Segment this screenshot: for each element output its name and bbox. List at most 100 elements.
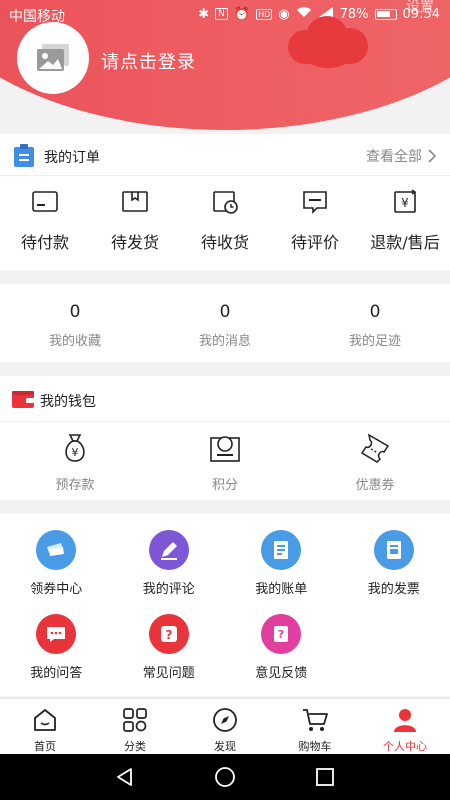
tab-home[interactable]: 首页 xyxy=(0,699,90,754)
wallet-item-label: 预存款 xyxy=(55,478,95,493)
clipboard-icon xyxy=(14,144,34,167)
ticket-icon xyxy=(360,433,390,463)
login-prompt[interactable]: 请点击登录 xyxy=(101,48,196,74)
system-navigation-bar xyxy=(0,754,450,800)
svg-text:?: ? xyxy=(278,628,284,641)
wallet-icon xyxy=(12,391,34,408)
svg-text:¥: ¥ xyxy=(401,196,409,210)
order-status-label: 待评价 xyxy=(290,233,339,252)
image-placeholder-icon xyxy=(37,44,69,71)
wallet-coupons[interactable]: 优惠券 xyxy=(300,432,450,493)
service-faq[interactable]: ? 常见问题 xyxy=(113,614,226,698)
stat-messages[interactable]: 0 我的消息 xyxy=(150,284,300,362)
order-status-label: 退款/售后 xyxy=(370,233,440,252)
bill-icon xyxy=(261,530,302,570)
service-label: 常见问题 xyxy=(142,666,195,681)
refund-icon: ¥ xyxy=(394,189,417,213)
order-refund-aftersales[interactable]: ¥ 退款/售后 xyxy=(360,189,450,253)
question-icon: ? xyxy=(148,614,189,654)
order-status-label: 待发货 xyxy=(110,233,159,252)
invoice-icon xyxy=(373,530,414,570)
chat-icon xyxy=(36,614,77,654)
tab-label: 个人中心 xyxy=(383,740,427,753)
orders-section: 我的订单 查看全部 待付款 待发货 待收货 待评价 ¥ 退款/售后 xyxy=(0,134,450,270)
avatar[interactable] xyxy=(17,22,89,94)
tab-label: 购物车 xyxy=(298,740,332,753)
service-my-bills[interactable]: 我的账单 xyxy=(225,530,338,614)
stat-favorites[interactable]: 0 我的收藏 xyxy=(0,284,150,362)
order-status-label: 待收货 xyxy=(200,233,249,252)
back-icon[interactable] xyxy=(114,766,136,788)
comment-icon xyxy=(303,191,327,214)
bottom-tab-bar: 首页 分类 发现 购物车 个人中心 xyxy=(0,698,450,754)
service-label: 我的发票 xyxy=(367,582,420,597)
category-icon xyxy=(123,708,147,732)
stat-label: 我的收藏 xyxy=(48,334,101,349)
service-my-qa[interactable]: 我的问答 xyxy=(0,614,113,698)
wallet-points[interactable]: 积分 xyxy=(150,432,300,493)
profile-header: 设置 中国移动 ✱ N ⏰ HD ◉ 78% 09:54 请点击登录 xyxy=(0,0,450,132)
clock: 09:54 xyxy=(402,6,440,22)
services-grid: 领券中心 我的评论 我的账单 我的发票 我的问答 ? 常见问题 ? 意见反馈 xyxy=(0,530,450,698)
svg-text:?: ? xyxy=(165,628,172,642)
service-label: 我的账单 xyxy=(255,582,308,597)
home-button-icon[interactable] xyxy=(214,766,236,788)
tab-profile[interactable]: 个人中心 xyxy=(360,699,450,754)
coupon-center-icon xyxy=(36,530,77,570)
battery-icon xyxy=(374,8,397,20)
service-label: 我的评论 xyxy=(142,582,195,597)
order-pending-payment[interactable]: 待付款 xyxy=(0,189,90,253)
wallet-item-label: 优惠券 xyxy=(355,478,395,493)
order-pending-shipment[interactable]: 待发货 xyxy=(90,189,180,253)
wallet-section: 我的钱包 ¥ 预存款 积分 优惠券 xyxy=(0,376,450,500)
tab-label: 首页 xyxy=(34,740,56,753)
service-my-reviews[interactable]: 我的评论 xyxy=(113,530,226,614)
tab-category[interactable]: 分类 xyxy=(90,699,180,754)
view-all-orders-link[interactable]: 查看全部 xyxy=(366,146,436,166)
svg-text:¥: ¥ xyxy=(72,446,79,459)
tab-label: 分类 xyxy=(124,740,146,753)
order-pending-receipt[interactable]: 待收货 xyxy=(180,189,270,253)
stat-value: 0 xyxy=(369,302,381,322)
service-label: 领券中心 xyxy=(30,582,83,597)
points-icon xyxy=(210,436,240,462)
money-bag-icon: ¥ xyxy=(65,434,85,462)
wallet-title: 我的钱包 xyxy=(40,394,96,410)
stat-label: 我的足迹 xyxy=(348,334,401,349)
stats-section: 0 我的收藏 0 我的消息 0 我的足迹 xyxy=(0,284,450,362)
bluetooth-icon: ✱ xyxy=(198,6,210,22)
compass-icon xyxy=(213,708,237,732)
services-section: 领券中心 我的评论 我的账单 我的发票 我的问答 ? 常见问题 ? 意见反馈 xyxy=(0,514,450,696)
wallet-deposit[interactable]: ¥ 预存款 xyxy=(0,432,150,493)
tab-discover[interactable]: 发现 xyxy=(180,699,270,754)
wallet-item-label: 积分 xyxy=(211,478,238,493)
tab-label: 发现 xyxy=(214,740,236,753)
order-status-label: 待付款 xyxy=(20,233,69,252)
cart-icon xyxy=(303,709,328,731)
service-feedback[interactable]: ? 意见反馈 xyxy=(225,614,338,698)
wallet-header: 我的钱包 xyxy=(0,376,450,422)
service-label: 我的问答 xyxy=(30,666,83,681)
orders-header: 我的订单 查看全部 xyxy=(0,134,450,176)
service-coupon-center[interactable]: 领券中心 xyxy=(0,530,113,614)
hd-icon: HD xyxy=(256,8,273,20)
service-label: 意见反馈 xyxy=(255,666,308,681)
stat-value: 0 xyxy=(219,302,231,322)
recents-icon[interactable] xyxy=(314,766,336,788)
box-icon xyxy=(122,191,148,212)
tab-cart[interactable]: 购物车 xyxy=(270,699,360,754)
user-icon xyxy=(394,709,416,732)
order-pending-review[interactable]: 待评价 xyxy=(270,189,360,253)
feedback-icon: ? xyxy=(261,614,302,654)
service-my-invoices[interactable]: 我的发票 xyxy=(338,530,450,614)
view-all-label: 查看全部 xyxy=(366,149,422,165)
clock-box-icon xyxy=(213,191,238,214)
cloud-decoration xyxy=(288,16,368,68)
chevron-right-icon xyxy=(428,149,436,163)
pen-icon xyxy=(148,530,189,570)
wallet-grid: ¥ 预存款 积分 优惠券 xyxy=(0,432,450,493)
stat-footprints[interactable]: 0 我的足迹 xyxy=(300,284,450,362)
home-icon xyxy=(34,709,56,731)
order-status-grid: 待付款 待发货 待收货 待评价 ¥ 退款/售后 xyxy=(0,189,450,253)
card-icon xyxy=(32,191,58,212)
